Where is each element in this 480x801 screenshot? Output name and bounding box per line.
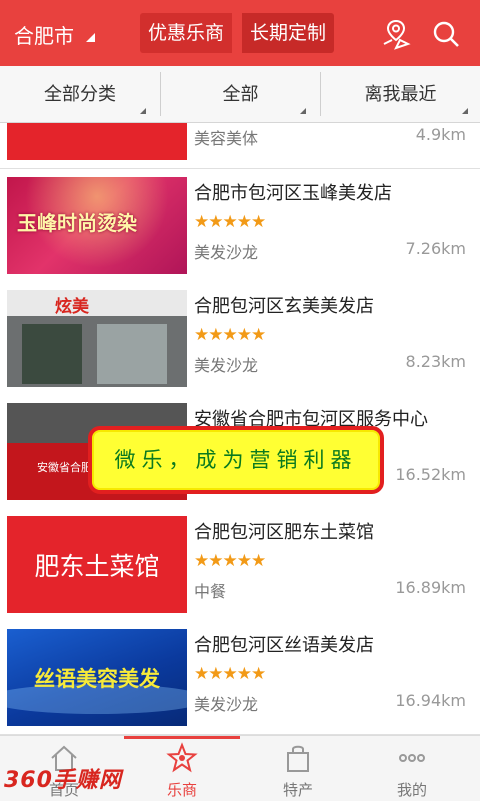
merchant-distance: 4.9km: [415, 125, 466, 144]
merchant-category: 美容美体: [194, 129, 259, 148]
nav-mine[interactable]: 我的: [352, 736, 472, 801]
thumb-text: 丝语美容美发: [34, 667, 160, 691]
merchant-distance: 8.23km: [405, 352, 466, 371]
filter-category-label: 全部分类: [44, 84, 116, 105]
nav-leshang-label: 乐商: [166, 781, 197, 799]
search-icon[interactable]: [430, 18, 464, 50]
city-selector[interactable]: 合肥市: [14, 20, 74, 49]
more-icon: [399, 754, 425, 762]
list-item[interactable]: 丝语美容美发 合肥包河区丝语美发店 ★★★★★ 美发沙龙 16.94km: [0, 621, 480, 735]
thumb-text: 玉峰时尚烫染: [17, 211, 137, 235]
filter-sort[interactable]: 离我最近: [321, 66, 480, 122]
merchant-category: 美发沙龙: [194, 356, 259, 375]
tab-youhui-leshang[interactable]: 优惠乐商: [140, 13, 233, 53]
merchant-thumb: 玉峰时尚烫染: [7, 177, 187, 274]
filter-area-label: 全部: [222, 84, 259, 105]
merchant-name: 合肥包河区丝语美发店: [194, 635, 374, 656]
merchant-name: 合肥市包河区玉峰美发店: [194, 183, 392, 204]
merchant-name: 合肥包河区玄美美发店: [194, 296, 374, 317]
nav-techan-label: 特产: [282, 781, 313, 799]
filter-sort-label: 离我最近: [364, 84, 437, 105]
watermark: 360手赚网: [4, 768, 122, 793]
merchant-category: 美发沙龙: [194, 695, 259, 714]
merchant-thumb: 炫美: [7, 290, 187, 387]
merchant-category: 中餐: [194, 582, 227, 601]
city-dropdown-icon[interactable]: [86, 33, 95, 42]
thumb-text: 炫美: [55, 297, 89, 317]
star-icon: [166, 742, 198, 773]
merchant-name: 合肥包河区肥东土菜馆: [194, 522, 374, 543]
promo-banner: 微乐，成为营销利器: [88, 426, 384, 494]
nav-mine-label: 我的: [396, 781, 427, 799]
nav-leshang[interactable]: 乐商: [122, 736, 242, 801]
list-item[interactable]: 炫美 合肥包河区玄美美发店 ★★★★★ 美发沙龙 8.23km: [0, 282, 480, 396]
filter-area[interactable]: 全部: [161, 66, 320, 122]
merchant-category: 美发沙龙: [194, 243, 259, 262]
filter-area-arrow-icon: [300, 108, 306, 114]
rating-stars: ★★★★★: [194, 212, 266, 232]
merchant-distance: 16.94km: [395, 691, 466, 710]
rating-stars: ★★★★★: [194, 325, 266, 345]
list-item[interactable]: 美容美体 4.9km: [0, 123, 480, 169]
bag-icon: [287, 745, 309, 772]
merchant-distance: 16.52km: [395, 465, 466, 484]
filter-category[interactable]: 全部分类: [0, 66, 160, 122]
location-icon[interactable]: [379, 18, 413, 50]
filter-bar: 全部分类 全部 离我最近: [0, 66, 480, 123]
merchant-distance: 16.89km: [395, 578, 466, 597]
promo-banner-text: 微乐，成为营销利器: [114, 448, 358, 472]
list-item[interactable]: 玉峰时尚烫染 合肥市包河区玉峰美发店 ★★★★★ 美发沙龙 7.26km: [0, 169, 480, 283]
thumb-text: 肥东土菜馆: [34, 552, 160, 581]
merchant-thumb: [7, 123, 187, 160]
merchant-distance: 7.26km: [405, 239, 466, 258]
filter-sort-arrow-icon: [462, 108, 468, 114]
list-item[interactable]: 肥东土菜馆 合肥包河区肥东土菜馆 ★★★★★ 中餐 16.89km: [0, 508, 480, 622]
merchant-thumb: 肥东土菜馆: [7, 516, 187, 613]
header-tabs: 优惠乐商 长期定制: [140, 13, 340, 53]
tab-changqi-dingzhi[interactable]: 长期定制: [242, 13, 335, 53]
rating-stars: ★★★★★: [194, 664, 266, 684]
merchant-thumb: 丝语美容美发: [7, 629, 187, 726]
filter-category-arrow-icon: [140, 108, 146, 114]
top-header: 合肥市 优惠乐商 长期定制: [0, 0, 480, 66]
rating-stars: ★★★★★: [194, 551, 266, 571]
thumb-text: 安徽省合肥: [37, 461, 92, 474]
nav-techan[interactable]: 特产: [238, 736, 358, 801]
